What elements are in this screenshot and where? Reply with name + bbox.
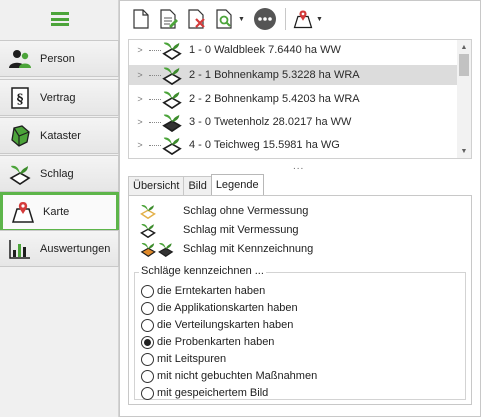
field-tree-list: > 1 - 0 Waldbleek 7.6440 ha WW > 2 - 1 B… xyxy=(128,39,472,159)
sidebar-item-auswertungen[interactable]: Auswertungen xyxy=(0,230,119,267)
radio-label: die Applikationskarten haben xyxy=(157,302,298,314)
main-panel: ▼ ▼ > 1 - 0 Waldbleek 7.6440 ha WW > 2 -… xyxy=(119,0,481,417)
sidebar-item-label: Schlag xyxy=(40,167,74,180)
tree-row[interactable]: > 4 - 0 Teichweg 15.5981 ha WG xyxy=(129,135,459,155)
tab-uebersicht[interactable]: Übersicht xyxy=(128,176,185,195)
legend-panel: Schlag ohne Vermessung Schlag mit Vermes… xyxy=(128,195,472,405)
tree-row-label: 2 - 1 Bohnenkamp 5.3228 ha WRA xyxy=(189,69,360,81)
legend-label: Schlag mit Vermessung xyxy=(183,224,299,236)
tree-row[interactable]: > 2 - 1 Bohnenkamp 5.3228 ha WRA xyxy=(129,65,459,85)
group-title: Schläge kennzeichnen ... xyxy=(139,265,266,277)
radio-button[interactable] xyxy=(141,369,154,383)
toolbar: ▼ ▼ xyxy=(120,1,480,37)
radio-applikationskarten[interactable]: die Applikationskarten haben xyxy=(141,300,298,316)
map-marker-icon[interactable] xyxy=(292,7,314,31)
field-icon xyxy=(0,156,40,191)
hamburger-menu-icon xyxy=(50,12,69,26)
tree-row-label: 3 - 0 Twetenholz 28.0217 ha WW xyxy=(189,116,352,128)
field-measured-icon xyxy=(139,222,157,238)
tree-row[interactable]: > 1 - 0 Waldbleek 7.6440 ha WW xyxy=(129,40,459,60)
person-icon xyxy=(0,41,40,76)
field-unmeasured-icon xyxy=(139,203,157,219)
sidebar-item-label: Person xyxy=(40,52,75,65)
field-marked-icon xyxy=(139,241,175,257)
radio-erntekarten[interactable]: die Erntekarten haben xyxy=(141,283,265,299)
vertical-scrollbar[interactable]: ▲ ▼ xyxy=(457,40,471,158)
radio-leitspuren[interactable]: mit Leitspuren xyxy=(141,351,226,367)
radio-button[interactable] xyxy=(141,301,154,315)
chevron-right-icon[interactable]: > xyxy=(133,140,147,150)
tree-row[interactable]: > 3 - 0 Twetenholz 28.0217 ha WW xyxy=(129,112,459,132)
scrollbar-thumb[interactable] xyxy=(459,54,469,76)
radio-verteilungskarten[interactable]: die Verteilungskarten haben xyxy=(141,317,293,333)
chevron-right-icon[interactable]: > xyxy=(133,70,147,80)
tree-row-label: 4 - 0 Teichweg 15.5981 ha WG xyxy=(189,139,340,151)
legend-label: Schlag mit Kennzeichnung xyxy=(183,243,314,255)
sidebar-item-label: Kataster xyxy=(40,129,81,142)
radio-label: mit nicht gebuchten Maßnahmen xyxy=(157,370,318,382)
new-document-icon[interactable] xyxy=(130,7,152,31)
chevron-down-icon[interactable]: ▼ xyxy=(238,16,245,23)
radio-label: mit Leitspuren xyxy=(157,353,227,365)
sidebar-item-label: Vertrag xyxy=(40,91,76,104)
tree-row-label: 2 - 2 Bohnenkamp 5.4203 ha WRA xyxy=(189,93,360,105)
legend-item: Schlag ohne Vermessung xyxy=(139,202,308,220)
chevron-right-icon[interactable]: > xyxy=(133,94,147,104)
field-icon xyxy=(161,65,183,85)
map-icon xyxy=(3,195,43,229)
tree-row-label: 1 - 0 Waldbleek 7.6440 ha WW xyxy=(189,44,341,56)
field-icon xyxy=(161,40,183,60)
sidebar: Person § Vertrag Kataster Schlag Karte A… xyxy=(0,0,119,417)
chevron-right-icon[interactable]: > xyxy=(133,45,147,55)
radio-button[interactable] xyxy=(141,352,154,366)
sidebar-item-kataster[interactable]: Kataster xyxy=(0,117,119,154)
radio-nicht-gebuchte-massnahmen[interactable]: mit nicht gebuchten Maßnahmen xyxy=(141,368,317,384)
radio-label: die Probenkarten haben xyxy=(157,336,275,348)
sidebar-item-schlag[interactable]: Schlag xyxy=(0,155,119,192)
tab-legende[interactable]: Legende xyxy=(210,174,264,195)
tab-bild[interactable]: Bild xyxy=(183,176,212,195)
menu-button[interactable] xyxy=(0,0,119,38)
tab-strip: Übersicht Bild Legende xyxy=(128,174,264,196)
legend-label: Schlag ohne Vermessung xyxy=(183,205,309,217)
contract-icon: § xyxy=(0,80,40,115)
toolbar-divider xyxy=(284,8,286,30)
mark-fields-group: Schläge kennzeichnen ... die Erntekarten… xyxy=(134,265,466,401)
scroll-down-icon[interactable]: ▼ xyxy=(457,144,471,158)
chevron-right-icon[interactable]: > xyxy=(133,117,147,127)
sidebar-item-vertrag[interactable]: § Vertrag xyxy=(0,79,119,116)
chevron-down-icon[interactable]: ▼ xyxy=(316,16,323,23)
sidebar-item-label: Karte xyxy=(43,206,70,218)
sidebar-item-label: Auswertungen xyxy=(40,242,111,255)
legend-item: Schlag mit Vermessung xyxy=(139,221,299,239)
radio-label: mit gespeichertem Bild xyxy=(157,387,269,399)
radio-button[interactable] xyxy=(141,386,154,400)
more-icon[interactable] xyxy=(253,7,277,31)
radio-label: die Erntekarten haben xyxy=(157,285,266,297)
sidebar-item-karte[interactable]: Karte xyxy=(0,192,119,232)
field-icon xyxy=(161,112,183,132)
search-document-icon[interactable] xyxy=(214,7,236,31)
radio-button-checked[interactable] xyxy=(141,335,154,349)
scroll-up-icon[interactable]: ▲ xyxy=(457,40,471,54)
radio-button[interactable] xyxy=(141,284,154,298)
chart-icon xyxy=(0,231,40,266)
svg-text:§: § xyxy=(17,92,24,107)
radio-probenkarten[interactable]: die Probenkarten haben xyxy=(141,334,274,350)
edit-document-icon[interactable] xyxy=(158,7,180,31)
field-icon xyxy=(161,135,183,155)
radio-label: die Verteilungskarten haben xyxy=(157,319,294,331)
delete-document-icon[interactable] xyxy=(186,7,208,31)
radio-gespeichertes-bild[interactable]: mit gespeichertem Bild xyxy=(141,385,268,401)
cadastre-icon xyxy=(0,118,40,153)
legend-item: Schlag mit Kennzeichnung xyxy=(139,240,313,258)
radio-button[interactable] xyxy=(141,318,154,332)
sidebar-item-person[interactable]: Person xyxy=(0,40,119,77)
tree-row[interactable]: > 2 - 2 Bohnenkamp 5.4203 ha WRA xyxy=(129,89,459,109)
splitter-grip[interactable]: ... xyxy=(293,161,304,172)
field-icon xyxy=(161,89,183,109)
